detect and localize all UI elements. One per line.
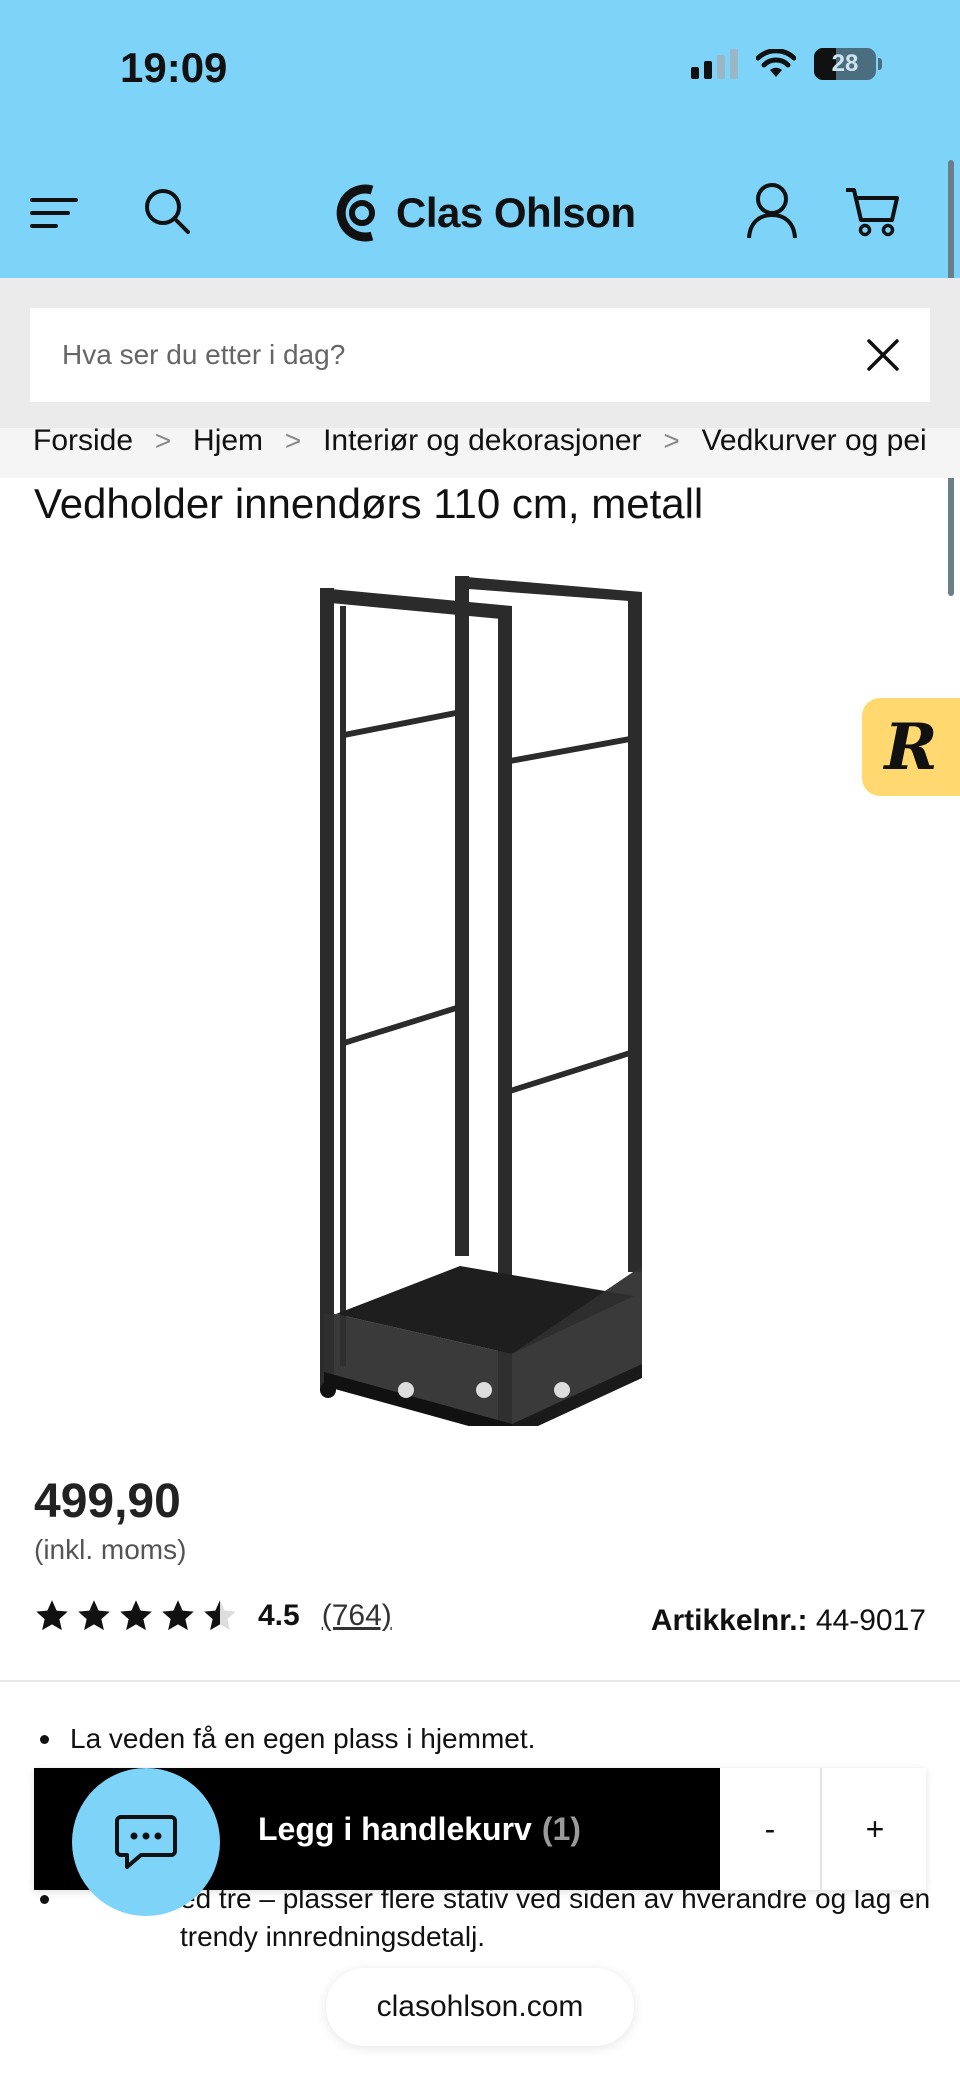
product-rating[interactable]: 4.5 (764) xyxy=(34,1598,392,1634)
chevron-right-icon: > xyxy=(154,428,172,456)
review-badge-letter: R xyxy=(884,709,938,785)
product-image[interactable] xyxy=(300,566,660,1426)
quantity-increase-button[interactable]: + xyxy=(824,1768,926,1890)
status-icons: 28 xyxy=(691,48,882,80)
site-header: Clas Ohlson xyxy=(0,170,960,260)
breadcrumb-item-interior[interactable]: Interiør og dekorasjoner xyxy=(323,428,642,458)
image-carousel-dots xyxy=(320,1382,570,1398)
carousel-dot[interactable] xyxy=(476,1382,492,1398)
star-icon xyxy=(78,1600,110,1631)
highlight-text: ed tre – plasser flere stativ ved siden … xyxy=(180,1883,931,1952)
breadcrumb-item-home[interactable]: Forside xyxy=(33,428,133,458)
breadcrumb: Forside > Hjem > Interiør og dekorasjone… xyxy=(0,428,960,478)
star-icon xyxy=(120,1600,152,1631)
vat-note: (inkl. moms) xyxy=(34,1534,187,1565)
search-box xyxy=(30,308,930,402)
wifi-icon xyxy=(756,49,796,77)
header-area: 19:09 28 Clas Ohlson xyxy=(0,0,960,278)
star-half-icon xyxy=(204,1600,236,1631)
breadcrumb-item-hjem[interactable]: Hjem xyxy=(193,428,263,458)
logo-icon xyxy=(336,184,375,242)
search-icon[interactable] xyxy=(140,184,194,238)
cart-icon[interactable] xyxy=(844,184,900,240)
article-value: 44-9017 xyxy=(815,1604,926,1637)
product-title: Vedholder innendørs 110 cm, metall xyxy=(34,480,704,527)
cart-quantity: (1) xyxy=(541,1810,581,1847)
status-time: 19:09 xyxy=(120,44,228,91)
menu-icon[interactable] xyxy=(30,192,80,232)
brand-logo[interactable]: Clas Ohlson xyxy=(332,180,636,246)
carousel-dot[interactable] xyxy=(554,1382,570,1398)
article-number: Artikkelnr.: 44-9017 xyxy=(651,1604,926,1638)
breadcrumb-item-vedkurver[interactable]: Vedkurver og pei xyxy=(702,428,927,458)
browser-url-bar[interactable]: clasohlson.com xyxy=(326,1968,634,2046)
account-icon[interactable] xyxy=(746,182,798,240)
chevron-right-icon: > xyxy=(284,428,302,456)
chat-button[interactable] xyxy=(72,1768,220,1916)
product-price: 499,90 xyxy=(34,1475,181,1528)
signal-icon xyxy=(691,49,738,79)
close-icon[interactable] xyxy=(866,338,900,372)
product-highlights: La veden få en egen plass i hjemmet. ed … xyxy=(34,1720,934,1952)
quantity-decrease-button[interactable]: - xyxy=(720,1768,822,1890)
highlight-item: La veden få en egen plass i hjemmet. xyxy=(34,1720,934,1758)
chat-icon xyxy=(115,1815,177,1869)
carousel-dot[interactable] xyxy=(398,1382,414,1398)
review-widget-button[interactable]: R xyxy=(862,698,960,796)
review-count-link[interactable]: (764) xyxy=(322,1599,392,1633)
carousel-dot[interactable] xyxy=(320,1382,336,1398)
divider xyxy=(0,1680,960,1682)
battery-percentage: 28 xyxy=(831,50,859,77)
add-to-cart-label: Legg i handlekurv xyxy=(258,1810,532,1847)
battery-icon: 28 xyxy=(814,48,882,80)
brand-name: Clas Ohlson xyxy=(396,189,636,236)
rating-value: 4.5 xyxy=(258,1599,300,1632)
chevron-right-icon: > xyxy=(663,428,680,456)
search-input[interactable] xyxy=(62,308,822,402)
star-icon xyxy=(162,1600,194,1631)
star-icon xyxy=(36,1600,68,1631)
article-label: Artikkelnr.: xyxy=(650,1604,808,1637)
